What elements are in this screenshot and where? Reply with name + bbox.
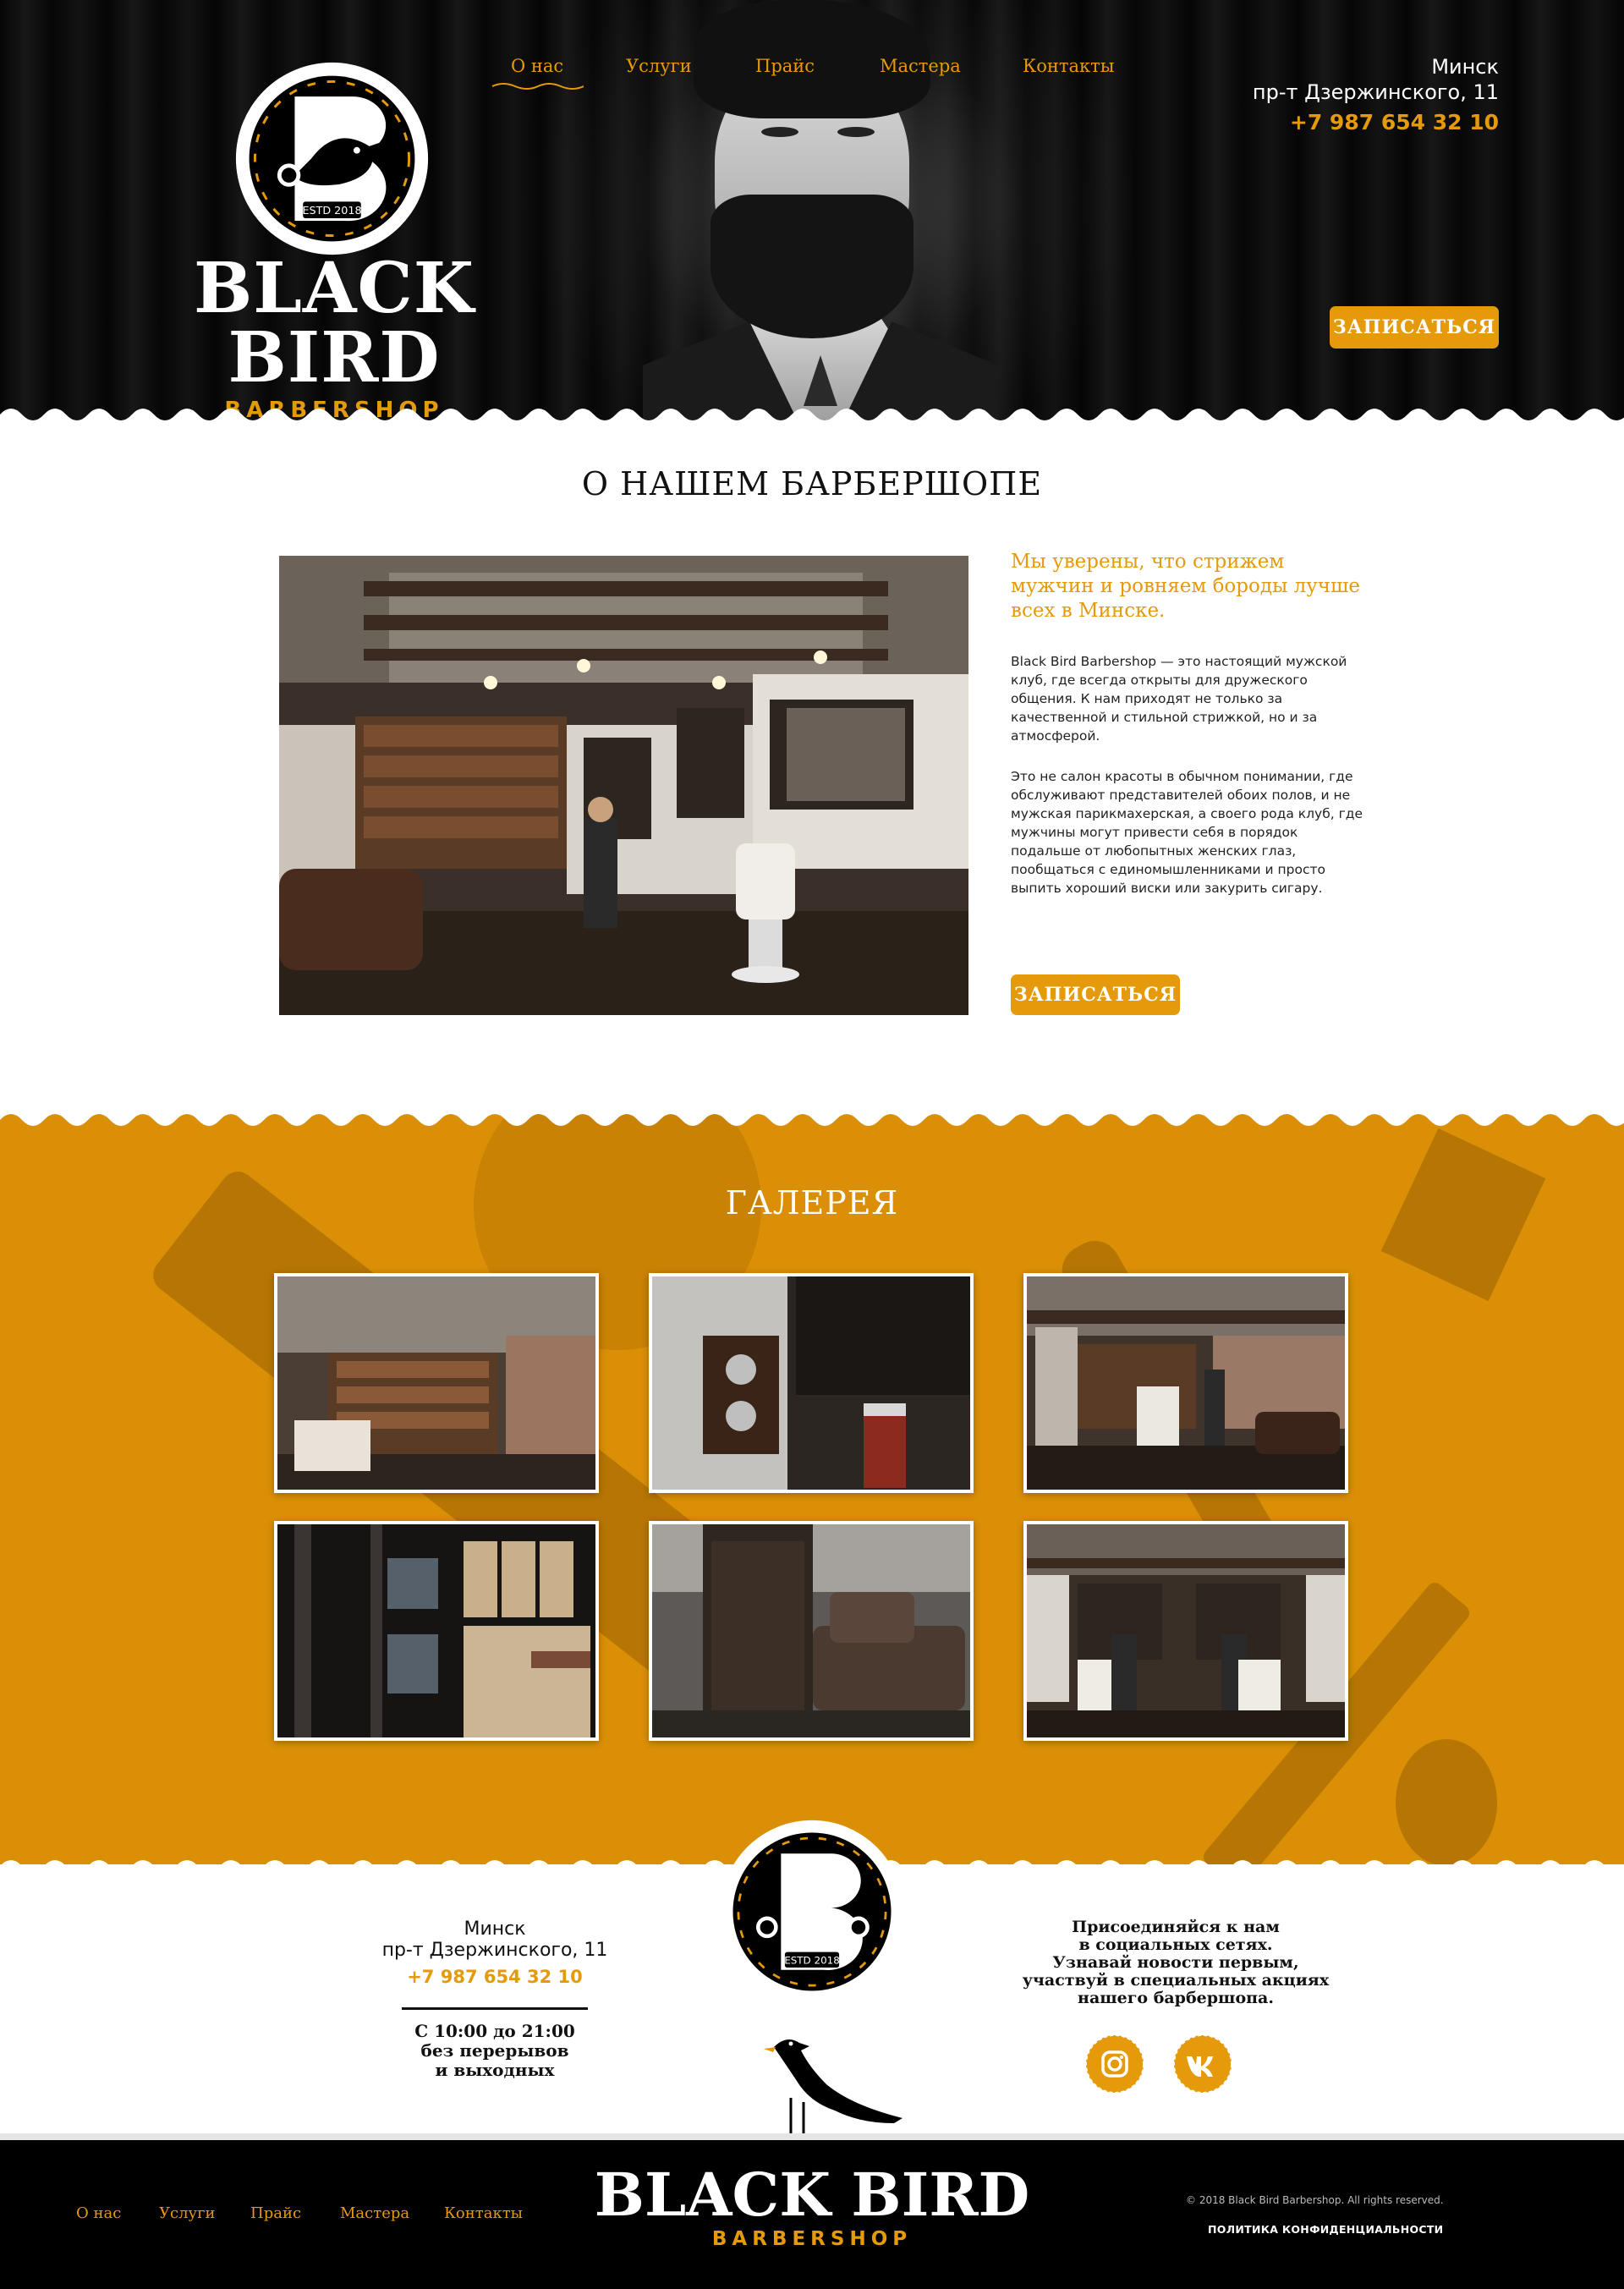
footer-nav-masters[interactable]: Мастера (340, 2204, 409, 2222)
header-city: Минск (1431, 55, 1499, 79)
social-line-3: Узнавай новости первым, (1052, 1953, 1299, 1972)
gallery-photo-3[interactable] (1023, 1273, 1348, 1493)
gallery-photo-4[interactable] (274, 1521, 599, 1741)
hours-line-2: без перерывов (420, 2040, 569, 2061)
about-paragraph-1: Black Bird Barbershop — это настоящий му… (1011, 654, 1347, 744)
contact-divider (402, 2007, 588, 2010)
nav-about[interactable]: О нас (511, 56, 563, 76)
estd-label: ESTD 2018 (302, 204, 361, 217)
gallery-photo-1[interactable] (274, 1273, 599, 1493)
header-street: пр-т Дзержинского, 11 (1252, 80, 1499, 104)
gallery-photo-5[interactable] (649, 1521, 974, 1741)
footer-nav-services[interactable]: Услуги (159, 2204, 216, 2222)
logo-badge[interactable]: ESTD 2018 (233, 59, 431, 258)
hero-wave-edge (0, 409, 1624, 431)
blackbird-illustration (764, 2039, 903, 2149)
social-line-5: нашего барбершопа. (1078, 1989, 1274, 2007)
about-paragraph-2: Это не салон красоты в обычном понимании… (1011, 769, 1363, 896)
social-text: Присоединяйся к нам в социальных сетях. … (998, 1918, 1353, 2007)
contact-address: Минск пр-т Дзержинского, 11 (338, 1918, 651, 1961)
footer-brand-sub: BARBERSHOP (711, 2228, 913, 2250)
about-text: Мы уверены, что стрижем мужчин и ровняем… (1011, 550, 1366, 897)
footer-top-strip (0, 2133, 1624, 2140)
header-address: Минск пр-т Дзержинского, 11 (1253, 54, 1499, 105)
opening-hours: С 10:00 до 21:00 без перерывов и выходны… (338, 2022, 651, 2080)
about-title: О НАШЕМ БАРБЕРШОПЕ (581, 465, 1043, 502)
nav-services[interactable]: Услуги (626, 56, 692, 76)
about-lead: Мы уверены, что стрижем мужчин и ровняем… (1011, 551, 1360, 622)
social-line-2: в социальных сетях. (1078, 1935, 1273, 1954)
hours-line-3: и выходных (435, 2060, 555, 2080)
brand-name: BLACK BIRD (193, 248, 475, 398)
gallery-photo-2[interactable] (649, 1273, 974, 1493)
footer-nav-about[interactable]: О нас (76, 2204, 121, 2222)
contact-phone[interactable]: +7 987 654 32 10 (338, 1967, 651, 1987)
gallery-title: ГАЛЕРЕЯ (725, 1184, 899, 1221)
contact-city: Минск (464, 1918, 526, 1940)
hero-header: ESTD 2018 BLACK BIRD BARBERSHOP О нас Ус… (0, 0, 1624, 423)
footer-brand-name: BLACK BIRD (594, 2160, 1030, 2230)
footer-nav-contacts[interactable]: Контакты (444, 2204, 523, 2222)
hours-line-1: С 10:00 до 21:00 (414, 2021, 575, 2041)
vk-icon[interactable] (1173, 2034, 1232, 2094)
contact-street: пр-т Дзержинского, 11 (381, 1940, 608, 1961)
footer-estd-label: ESTD 2018 (784, 1954, 840, 1966)
about-interior-photo (279, 556, 968, 1015)
instagram-icon[interactable] (1085, 2034, 1144, 2094)
nav-masters[interactable]: Мастера (880, 56, 961, 76)
footer-nav-price[interactable]: Прайс (250, 2204, 301, 2222)
gallery-top-wave (0, 1103, 1624, 1126)
social-line-4: участвуй в специальных акциях (1022, 1971, 1330, 1990)
nav-active-underline (491, 83, 584, 90)
privacy-link[interactable]: ПОЛИТИКА КОНФИДЕНЦИАЛЬНОСТИ (1208, 2223, 1443, 2236)
copyright: © 2018 Black Bird Barbershop. All rights… (1186, 2194, 1444, 2206)
social-line-1: Присоединяйся к нам (1072, 1918, 1280, 1936)
brush-decor (1396, 1739, 1497, 1864)
nav-price[interactable]: Прайс (755, 56, 815, 76)
header-book-button[interactable]: ЗАПИСАТЬСЯ (1330, 306, 1499, 349)
footer-logo-wordmark[interactable]: BLACK BIRD BARBERSHOP (592, 2160, 1032, 2251)
nav-contacts[interactable]: Контакты (1023, 56, 1115, 76)
footer-logo-badge: ESTD 2018 (720, 1820, 904, 2004)
gallery-photo-6[interactable] (1023, 1521, 1348, 1741)
header-phone[interactable]: +7 987 654 32 10 (1290, 110, 1499, 134)
about-book-button[interactable]: ЗАПИСАТЬСЯ (1011, 974, 1180, 1015)
